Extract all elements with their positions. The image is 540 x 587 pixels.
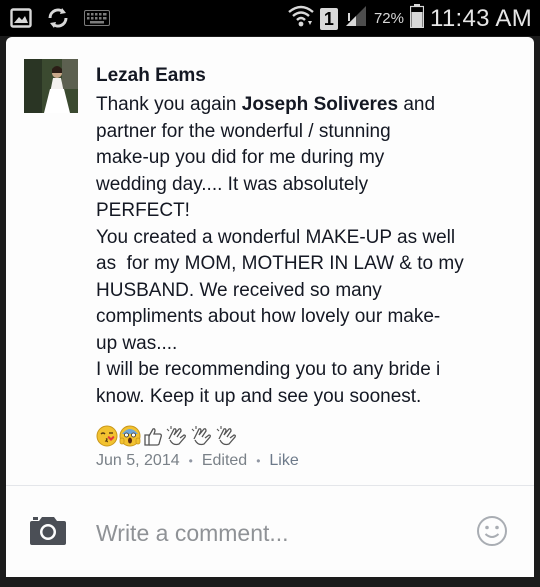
camera-icon[interactable] [28, 515, 68, 552]
comment-meta: Jun 5, 2014 • Edited • Like [96, 452, 299, 470]
clapping-hands-icon [165, 425, 189, 452]
battery-icon [409, 4, 425, 33]
status-bar: 1 72% 11:43 AM [0, 0, 540, 36]
gallery-icon [10, 7, 32, 34]
comment-line: partner for the wonderful / stunning [96, 120, 391, 142]
kissing-face-icon [96, 425, 118, 452]
sync-icon [46, 6, 70, 35]
comment-line-text: Thank you again [96, 94, 242, 115]
comment-card: Lezah Eams Thank you again Joseph Solive… [6, 37, 534, 577]
comment-line: as for my MOM, MOTHER IN LAW & to my [96, 253, 464, 274]
comment-composer [6, 501, 534, 561]
comment-text: Thank you again Joseph Soliveres and par… [96, 92, 516, 410]
clock: 11:43 AM [429, 4, 532, 32]
comment-line: compliments about how lovely our make- [96, 306, 441, 327]
comment-input[interactable] [96, 519, 436, 547]
comment-line: PERFECT! [96, 200, 190, 221]
comment-line: You created a wonderful MAKE-UP as well [96, 226, 456, 248]
comment-line: I will be recommending you to any bride … [96, 359, 441, 380]
comment-line: wedding day.... It was absolutely [96, 173, 369, 195]
edited-label[interactable]: Edited [202, 452, 247, 470]
mentioned-user-link[interactable]: Joseph Soliveres [242, 94, 398, 115]
smiley-icon[interactable] [476, 515, 508, 552]
comment-line-text: and [398, 94, 436, 115]
wifi-icon [288, 4, 314, 33]
avatar[interactable] [24, 59, 78, 113]
clapping-hands-icon [215, 425, 239, 452]
battery-percent: 72% [373, 10, 404, 27]
divider [6, 485, 534, 486]
comment-author[interactable]: Lezah Eams [96, 65, 206, 87]
comment-line: make-up you did for me during my [96, 147, 385, 168]
signal-icon [344, 5, 368, 32]
status-bar-right: 1 72% 11:43 AM [288, 4, 532, 33]
comment-line: know. Keep it up and see you soonest. [96, 385, 422, 407]
emoji-row [96, 425, 239, 452]
like-button[interactable]: Like [269, 452, 298, 470]
meta-separator: • [188, 454, 193, 468]
sim-icon: 1 [319, 7, 338, 30]
status-bar-left [10, 6, 110, 35]
scream-face-icon [119, 425, 141, 452]
clapping-hands-icon [190, 425, 214, 452]
comment-line: up was.... [96, 332, 178, 354]
keyboard-icon [84, 10, 110, 31]
comment-date[interactable]: Jun 5, 2014 [96, 452, 180, 470]
comment-line: Thank you again Joseph Soliveres and [96, 92, 516, 119]
thumbs-up-icon [142, 425, 164, 452]
meta-separator: • [256, 454, 261, 468]
comment-line: HUSBAND. We received so many [96, 279, 382, 301]
